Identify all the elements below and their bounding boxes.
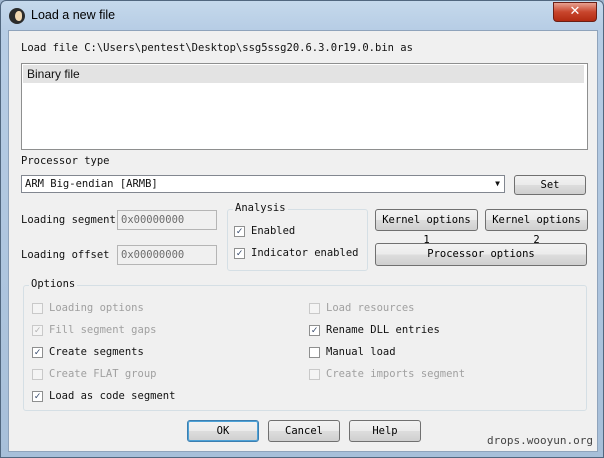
kernel-options-2-button[interactable]: Kernel options 2 <box>485 209 588 246</box>
processor-type-select[interactable]: ARM Big-endian [ARMB] ▼ <box>21 175 505 193</box>
chevron-down-icon[interactable]: ▼ <box>495 176 500 192</box>
manual-load-checkbox[interactable] <box>309 347 320 358</box>
options-group-title: Options <box>29 278 78 290</box>
loading-options-label: Loading options <box>49 302 144 314</box>
enabled-checkbox[interactable]: ✓ <box>234 226 245 237</box>
file-type-item[interactable]: Binary file <box>23 65 584 83</box>
indicator-enabled-checkbox[interactable]: ✓ <box>234 248 245 259</box>
file-type-list[interactable]: Binary file <box>21 63 588 150</box>
title-bar[interactable]: Load a new file ✕ <box>1 1 603 31</box>
window-title: Load a new file <box>31 8 116 22</box>
create-segments-label: Create segments <box>49 346 144 358</box>
processor-options-button[interactable]: Processor options <box>375 243 587 266</box>
watermark-text: drops.wooyun.org <box>487 434 593 447</box>
load-as-code-segment-label: Load as code segment <box>49 390 176 402</box>
fill-segment-gaps-checkbox[interactable]: ✓ <box>32 325 43 336</box>
create-flat-group-checkbox[interactable] <box>32 369 43 380</box>
indicator-enabled-label: Indicator enabled <box>251 247 359 259</box>
help-button[interactable]: Help <box>349 420 421 442</box>
loading-offset-label: Loading offset <box>21 249 110 261</box>
close-button[interactable]: ✕ <box>553 2 597 22</box>
loading-options-checkbox[interactable] <box>32 303 43 314</box>
manual-load-label: Manual load <box>326 346 396 358</box>
loading-segment-label: Loading segment <box>21 214 116 226</box>
enabled-label: Enabled <box>251 225 296 237</box>
processor-type-value: ARM Big-endian [ARMB] <box>25 178 158 190</box>
loading-segment-field[interactable]: 0x00000000 <box>117 210 217 230</box>
rename-dll-entries-checkbox[interactable]: ✓ <box>309 325 320 336</box>
loading-offset-field[interactable]: 0x00000000 <box>117 245 217 265</box>
fill-segment-gaps-label: Fill segment gaps <box>49 324 157 336</box>
dialog-client-area: Load file C:\Users\pentest\Desktop\ssg5s… <box>8 30 598 452</box>
processor-type-label: Processor type <box>21 155 110 167</box>
kernel-options-1-button[interactable]: Kernel options 1 <box>375 209 478 246</box>
load-resources-checkbox[interactable] <box>309 303 320 314</box>
ok-button[interactable]: OK <box>187 420 259 442</box>
create-segments-checkbox[interactable]: ✓ <box>32 347 43 358</box>
rename-dll-entries-label: Rename DLL entries <box>326 324 440 336</box>
load-resources-label: Load resources <box>326 302 415 314</box>
create-imports-segment-label: Create imports segment <box>326 368 466 380</box>
analysis-group-title: Analysis <box>233 202 288 214</box>
analysis-group <box>227 209 368 271</box>
create-imports-segment-checkbox[interactable] <box>309 369 320 380</box>
load-as-code-segment-checkbox[interactable]: ✓ <box>32 391 43 402</box>
load-file-label: Load file C:\Users\pentest\Desktop\ssg5s… <box>21 42 413 54</box>
create-flat-group-label: Create FLAT group <box>49 368 157 380</box>
dialog-window: Load a new file ✕ Load file C:\Users\pen… <box>0 0 604 458</box>
ida-app-icon <box>9 8 25 24</box>
set-button[interactable]: Set <box>514 175 586 195</box>
cancel-button[interactable]: Cancel <box>268 420 340 442</box>
